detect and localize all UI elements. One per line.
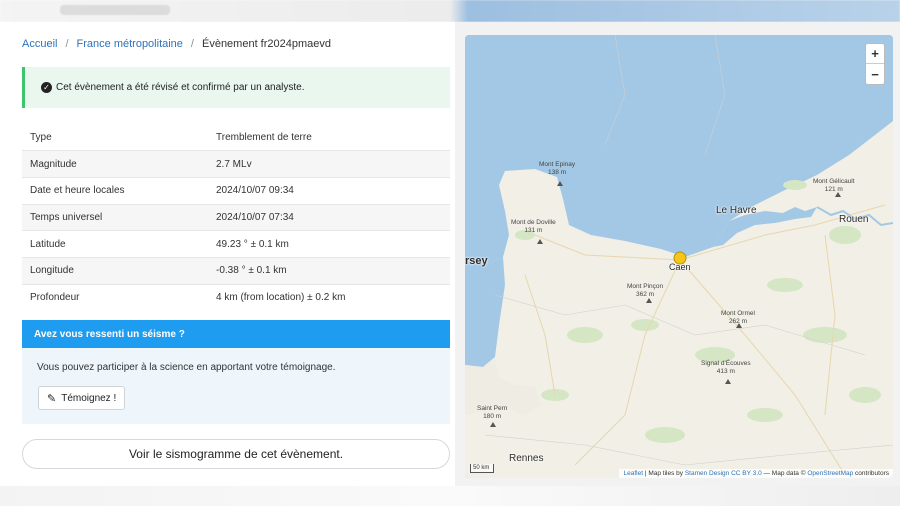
city-label-jersey: rsey (465, 255, 488, 267)
testify-button-label: Témoignez ! (61, 392, 117, 404)
testimony-card-text: Vous pouvez participer à la science en a… (37, 362, 336, 373)
map-zoom-control: + − (865, 43, 885, 85)
blurred-header-text (60, 5, 170, 15)
pencil-icon: ✎ (47, 392, 57, 405)
event-map[interactable]: Mont Epinay 138 m Mont de Doville 131 m Mo… (465, 35, 893, 478)
breadcrumb-separator: / (65, 38, 69, 50)
map-scale-bar: 50 km (470, 464, 494, 473)
attribution-text: — Map data © (763, 470, 806, 477)
table-row: Date et heure locales 2024/10/07 09:34 (22, 176, 450, 205)
mountain-label-6: Signal d'Écouves 413 m (701, 360, 751, 375)
mountain-label-7: Saint Pern 180 m (477, 405, 508, 420)
detail-label: Type (30, 131, 52, 143)
detail-value: 2.7 MLv (210, 150, 450, 178)
detail-label: Date et heure locales (22, 176, 210, 205)
attribution-text: contributors (855, 470, 889, 477)
city-label-caen: Caen (669, 262, 691, 272)
detail-label: Latitude (22, 230, 210, 258)
detail-value: Tremblement de terre (216, 131, 312, 143)
table-row: Magnitude 2.7 MLv (22, 150, 450, 178)
mountain-label-3: Mont Gélicault 121 m (813, 178, 855, 193)
leaflet-link[interactable]: Leaflet (623, 470, 643, 477)
breadcrumb: Accueil / France métropolitaine / Évènem… (22, 38, 331, 50)
check-circle-icon: ✓ (41, 82, 52, 93)
detail-value: 2024/10/07 07:34 (210, 203, 450, 231)
mountain-label-1: Mont Epinay 138 m (539, 161, 576, 176)
table-row: Latitude 49.23 ° ± 0.1 km (22, 230, 450, 258)
detail-label: Magnitude (22, 150, 210, 178)
stamen-link[interactable]: Stamen Design (685, 470, 729, 477)
detail-value: -0.38 ° ± 0.1 km (210, 256, 450, 285)
detail-label: Temps universel (22, 203, 210, 231)
alert-text: Cet évènement a été révisé et confirmé p… (56, 82, 305, 93)
reviewed-alert: ✓ Cet évènement a été révisé et confirmé… (22, 67, 450, 108)
detail-value: 4 km (from location) ± 0.2 km (210, 283, 450, 311)
zoom-in-button[interactable]: + (866, 44, 884, 64)
city-label-le-havre: Le Havre (716, 205, 757, 216)
detail-value: 49.23 ° ± 0.1 km (210, 230, 450, 258)
attribution-text: | Map tiles by (644, 470, 684, 477)
breadcrumb-region-link[interactable]: France métropolitaine (77, 38, 183, 50)
zoom-out-button[interactable]: − (866, 64, 884, 84)
event-details-table: Type Tremblement de terre Magnitude 2.7 ML… (22, 124, 450, 311)
testimony-card: Avez vous ressenti un séisme ? Vous pouv… (22, 320, 450, 424)
breadcrumb-current: Évènement fr2024pmaevd (201, 38, 332, 50)
map-attribution: Leaflet | Map tiles by Stamen Design CC … (619, 469, 893, 478)
table-row: Temps universel 2024/10/07 07:34 (22, 203, 450, 231)
mountain-label-5: Mont Ormel 262 m (721, 310, 755, 325)
detail-value: 2024/10/07 09:34 (210, 176, 450, 205)
table-row: Type Tremblement de terre (22, 124, 450, 151)
detail-label: Longitude (22, 256, 210, 285)
osm-link[interactable]: OpenStreetMap (807, 470, 853, 477)
testimony-card-title: Avez vous ressenti un séisme ? (22, 320, 450, 348)
breadcrumb-home-link[interactable]: Accueil (22, 38, 57, 50)
event-panel: Accueil / France métropolitaine / Évènem… (0, 22, 465, 484)
table-row: Profondeur 4 km (from location) ± 0.2 km (22, 283, 450, 311)
browser-top-strip (0, 0, 900, 22)
breadcrumb-separator: / (190, 38, 194, 50)
mountain-label-4: Mont Pinçon 362 m (627, 283, 664, 298)
seismogram-button[interactable]: Voir le sismogramme de cet évènement. (22, 439, 450, 469)
map-tiles (465, 35, 893, 478)
testify-button[interactable]: ✎ Témoignez ! (38, 386, 126, 410)
city-label-rennes: Rennes (509, 453, 544, 464)
table-row: Longitude -0.38 ° ± 0.1 km (22, 256, 450, 285)
cc-link[interactable]: CC BY 3.0 (731, 470, 762, 477)
city-label-rouen: Rouen (839, 214, 869, 225)
mountain-label-2: Mont de Doville 131 m (511, 219, 556, 234)
detail-label: Profondeur (22, 283, 210, 311)
bottom-blur-strip (0, 486, 900, 506)
